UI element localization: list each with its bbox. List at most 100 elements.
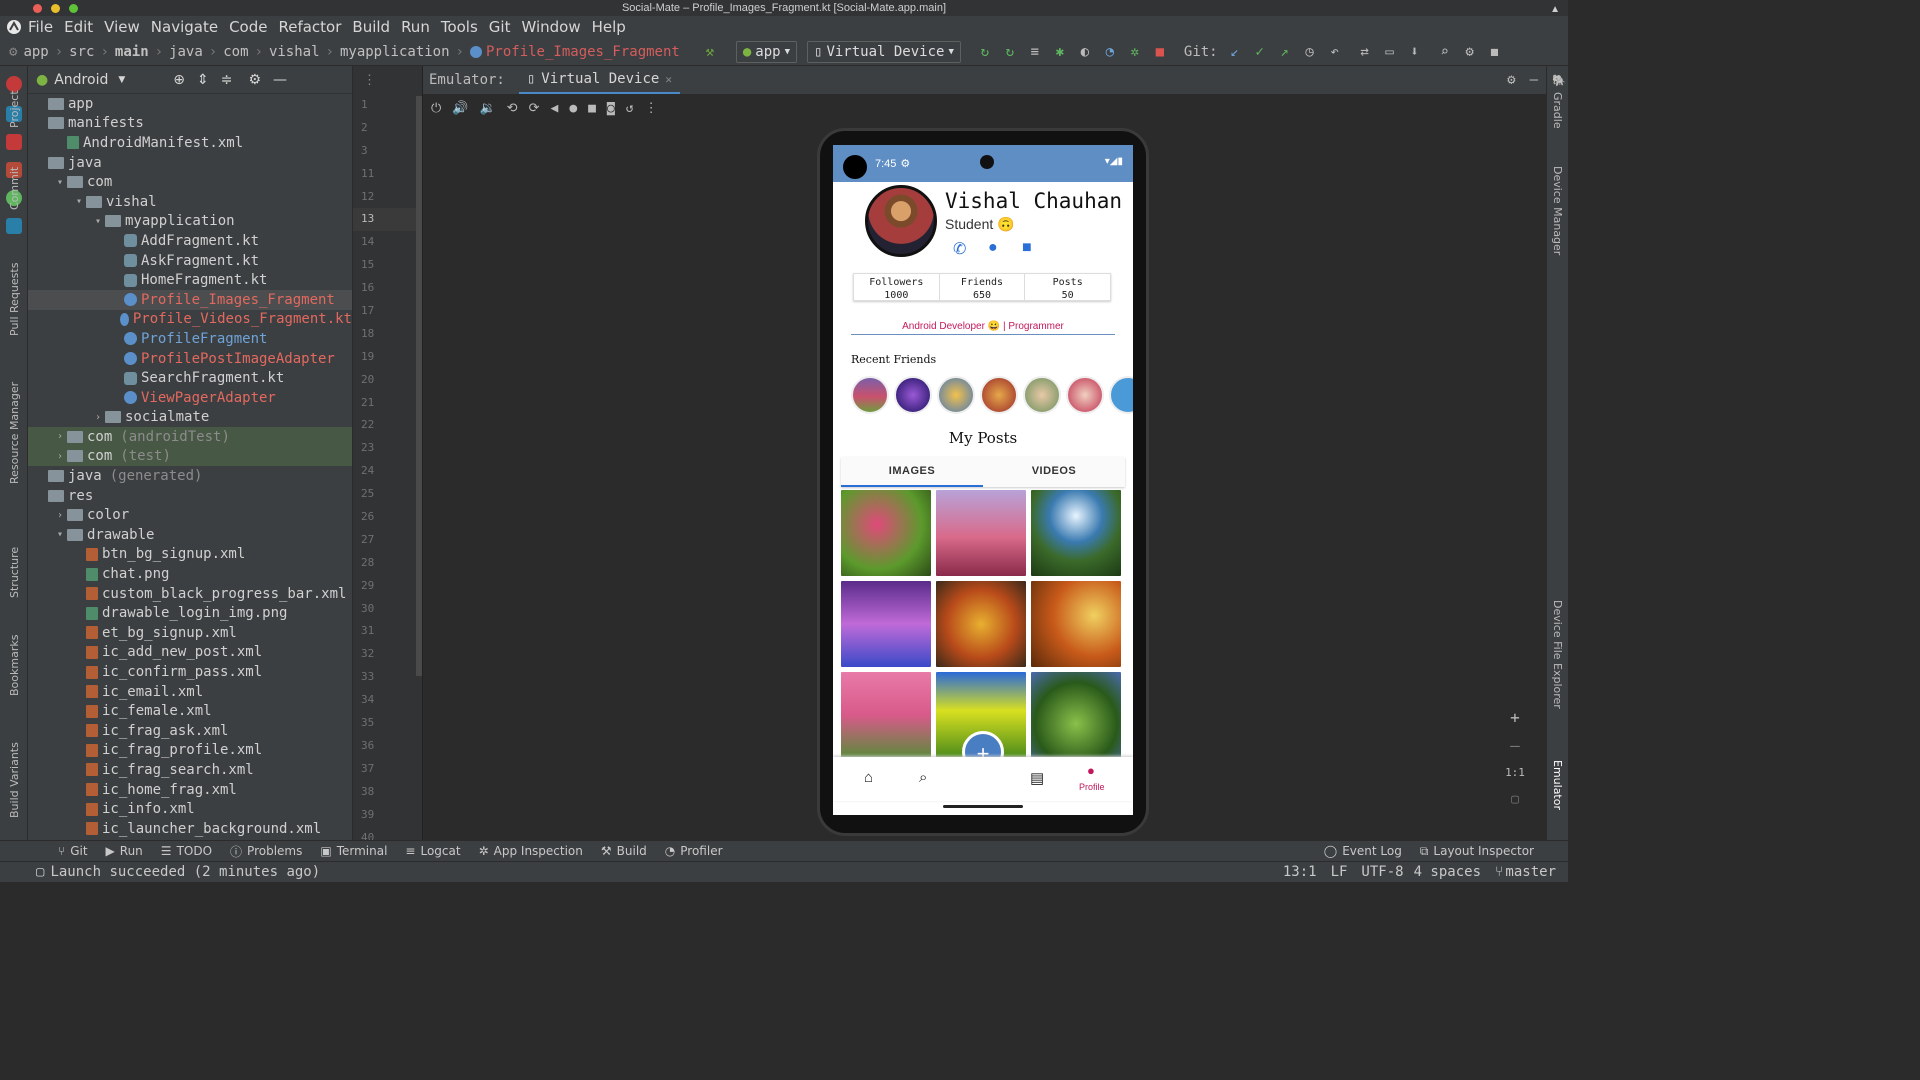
tree-row[interactable]: ic_frag_profile.xml — [28, 741, 352, 761]
nav-chat-icon[interactable]: ▤ — [1030, 769, 1044, 787]
friend-avatar[interactable] — [1109, 376, 1133, 414]
device-screen[interactable]: 7:45 ⚙ ▾◢▮ Vishal Chauhan Student 🙃 ✆ ● … — [833, 145, 1133, 815]
nav-profile-icon[interactable]: ● — [1087, 763, 1095, 778]
tree-row[interactable]: java — [28, 153, 352, 173]
tool-tab-layout-inspector[interactable]: ⧉ Layout Inspector — [1420, 844, 1534, 859]
chevron-down-icon[interactable]: ▼ — [118, 75, 125, 85]
more-icon[interactable]: ⋮ — [645, 101, 658, 116]
apply-code-changes-icon[interactable]: ≡ — [1027, 44, 1043, 60]
breadcrumb-src[interactable]: src — [69, 44, 94, 60]
gesture-bar[interactable] — [943, 805, 1023, 808]
gear-icon[interactable]: ⚙ — [1507, 72, 1515, 88]
gradle-tool-tab[interactable]: Gradle — [1551, 92, 1564, 129]
chevron-down-icon[interactable]: ▾ — [53, 529, 67, 540]
tree-row[interactable]: Profile_Images_Fragment — [28, 289, 352, 310]
git-push-icon[interactable]: ↗ — [1277, 44, 1293, 60]
friend-avatar[interactable] — [894, 376, 932, 414]
account-icon[interactable]: ◼ — [1487, 44, 1503, 60]
breadcrumb-profile-images-fragment[interactable]: Profile_Images_Fragment — [486, 44, 680, 60]
tree-row[interactable]: ic_add_new_post.xml — [28, 643, 352, 663]
post-image[interactable] — [841, 672, 931, 758]
git-rollback-icon[interactable]: ↶ — [1327, 44, 1343, 60]
post-image[interactable] — [841, 581, 931, 667]
attach-debugger-icon[interactable]: ✲ — [1127, 44, 1143, 60]
tree-row[interactable]: ▾ drawable — [28, 525, 352, 545]
maximize-window-button[interactable] — [69, 4, 78, 13]
sdk-manager-icon[interactable]: ⬇ — [1407, 44, 1423, 60]
project-view-select[interactable]: Android — [54, 72, 108, 88]
post-image[interactable] — [1031, 490, 1121, 576]
rotate-left-icon[interactable]: ⟲ — [507, 101, 518, 116]
tool-tab-app-inspection[interactable]: ✲ App Inspection — [479, 844, 583, 858]
git-branch[interactable]: master — [1505, 864, 1556, 880]
tree-row[interactable]: ic_female.xml — [28, 701, 352, 721]
breadcrumb-java[interactable]: java — [169, 44, 203, 60]
hammer-icon[interactable]: ⚒ — [702, 44, 718, 60]
breadcrumb-app[interactable]: app — [23, 44, 48, 60]
editor-tabs-overflow-icon[interactable]: ⋮ — [353, 66, 422, 94]
menu-tools[interactable]: Tools — [441, 18, 478, 36]
tree-row[interactable]: ic_info.xml — [28, 799, 352, 819]
tree-row[interactable]: app — [28, 94, 352, 114]
friend-avatar[interactable] — [1066, 376, 1104, 414]
menu-git[interactable]: Git — [489, 18, 511, 36]
zoom-in-button[interactable]: + — [1502, 708, 1528, 727]
stop-icon[interactable]: ■ — [1152, 44, 1168, 60]
menu-code[interactable]: Code — [229, 18, 267, 36]
tree-row[interactable]: HomeFragment.kt — [28, 270, 352, 290]
search-icon[interactable]: ⌕ — [1437, 44, 1453, 60]
volume-up-icon[interactable]: 🔊 — [452, 101, 468, 116]
tree-row[interactable]: drawable_login_img.png — [28, 603, 352, 623]
coverage-icon[interactable]: ◐ — [1077, 44, 1093, 60]
virtual-device-tab[interactable]: ▯ Virtual Device ✕ — [518, 66, 680, 94]
breadcrumb-com[interactable]: com — [223, 44, 248, 60]
chevron-right-icon[interactable]: › — [53, 431, 67, 442]
close-tab-icon[interactable]: ✕ — [665, 73, 672, 86]
post-image[interactable] — [936, 581, 1026, 667]
post-image[interactable] — [1031, 672, 1121, 758]
tree-row[interactable]: java (generated) — [28, 466, 352, 486]
tree-row[interactable]: ProfileFragment — [28, 329, 352, 349]
home-icon[interactable]: ● — [569, 101, 577, 116]
device-manager-tool-tab[interactable]: Device Manager — [1551, 166, 1564, 255]
device-select[interactable]: ▯ Virtual Device ▼ — [807, 40, 961, 63]
tree-row[interactable]: › com (test) — [28, 446, 352, 467]
device-file-explorer-tool-tab[interactable]: Device File Explorer — [1551, 600, 1564, 709]
tool-tab-git[interactable]: ⑂ Git — [58, 844, 88, 858]
tree-row[interactable]: manifests — [28, 114, 352, 134]
tool-tab-terminal[interactable]: ▣ Terminal — [320, 844, 387, 858]
stat-friends[interactable]: Friends 650 — [940, 274, 1026, 301]
chevron-right-icon[interactable]: › — [91, 412, 105, 423]
tree-row[interactable]: et_bg_signup.xml — [28, 623, 352, 643]
menu-navigate[interactable]: Navigate — [151, 18, 218, 36]
menu-file[interactable]: File — [28, 18, 53, 36]
stat-posts[interactable]: Posts 50 — [1025, 274, 1110, 301]
tool-tab-logcat[interactable]: ≡ Logcat — [405, 844, 460, 858]
minimize-window-button[interactable] — [51, 4, 60, 13]
status-toggle-icon[interactable]: ▢ — [36, 864, 44, 880]
expand-all-icon[interactable]: ⇕ — [197, 72, 209, 88]
collapse-all-icon[interactable]: ≑ — [221, 72, 233, 88]
menu-edit[interactable]: Edit — [64, 18, 93, 36]
tree-row[interactable]: ic_home_frag.xml — [28, 780, 352, 800]
bookmarks-tool-tab[interactable]: Bookmarks — [8, 620, 21, 696]
tree-row[interactable]: btn_bg_signup.xml — [28, 545, 352, 565]
chat-icon[interactable]: ● — [988, 239, 998, 257]
menu-help[interactable]: Help — [592, 18, 626, 36]
friend-avatar[interactable] — [937, 376, 975, 414]
chevron-right-icon[interactable]: › — [53, 510, 67, 521]
tree-row[interactable]: ic_email.xml — [28, 682, 352, 702]
tree-row[interactable]: ic_launcher_background.xml — [28, 819, 352, 839]
rerun-icon[interactable]: ↻ — [977, 44, 993, 60]
git-history-icon[interactable]: ◷ — [1302, 44, 1318, 60]
hide-panel-icon[interactable]: — — [1530, 72, 1538, 88]
tree-row[interactable]: ic_frag_ask.xml — [28, 721, 352, 741]
tree-row[interactable]: ic_confirm_pass.xml — [28, 662, 352, 682]
profile-icon[interactable]: ◔ — [1102, 44, 1118, 60]
chevron-down-icon[interactable]: ▾ — [72, 196, 86, 207]
breadcrumb-myapplication[interactable]: myapplication — [340, 44, 450, 60]
build-variants-tool-tab[interactable]: Build Variants — [8, 718, 21, 818]
breadcrumb-main[interactable]: main — [115, 44, 149, 60]
caret-position[interactable]: 13:1 — [1283, 864, 1317, 880]
tool-tab-profiler[interactable]: ◔ Profiler — [665, 844, 723, 858]
